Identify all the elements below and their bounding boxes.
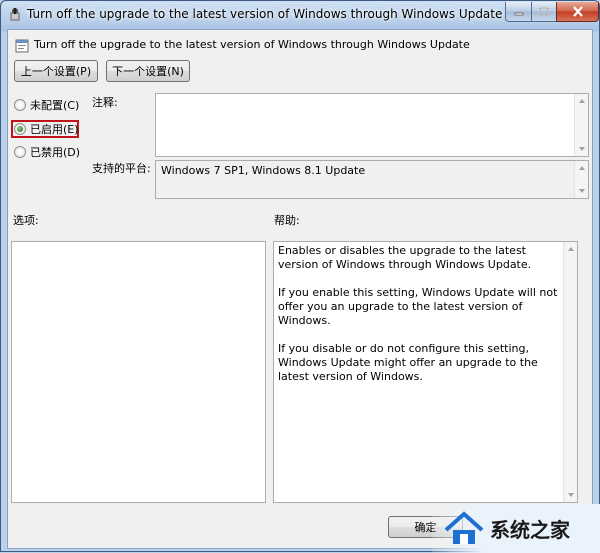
help-panel[interactable]: Enables or disables the upgrade to the l… [273,241,578,503]
scroll-up-arrow-icon[interactable] [579,166,585,170]
policy-dialog-window: Turn off the upgrade to the latest versi… [0,0,600,553]
platforms-scrollbar[interactable] [574,161,588,198]
not-configured-label: 未配置(C) [30,99,80,112]
minimize-icon [514,12,523,15]
next-setting-button[interactable]: 下一个设置(N) [106,60,190,82]
dialog-body: Turn off the upgrade to the latest versi… [7,29,593,549]
close-button[interactable] [556,2,599,22]
previous-setting-label: 上一个设置(P) [20,65,92,78]
options-panel[interactable] [11,241,266,503]
supported-platforms-field: Windows 7 SP1, Windows 8.1 Update [155,160,589,199]
scroll-down-arrow-icon[interactable] [579,147,585,151]
previous-setting-button[interactable]: 上一个设置(P) [14,60,98,82]
close-icon [572,6,583,17]
disabled-radio[interactable] [14,146,26,158]
comment-field[interactable] [155,93,589,157]
next-setting-label: 下一个设置(N) [112,65,184,78]
watermark-text: 系统之家 [490,518,570,542]
scroll-up-arrow-icon[interactable] [579,99,585,103]
maximize-icon [539,7,549,16]
scroll-up-arrow-icon[interactable] [568,247,574,251]
watermark: 系统之家 [432,504,600,553]
scroll-down-arrow-icon[interactable] [579,189,585,193]
supported-platforms-label: 支持的平台: [92,162,151,175]
not-configured-option[interactable]: 未配置(C) [14,97,79,113]
enabled-radio[interactable] [14,123,26,135]
policy-title: Turn off the upgrade to the latest versi… [34,38,470,51]
maximize-button[interactable] [531,2,557,22]
comment-scrollbar[interactable] [574,94,588,156]
not-configured-radio[interactable] [14,99,26,111]
enabled-label: 已启用(E) [30,123,79,136]
help-scrollbar[interactable] [563,242,577,502]
help-paragraph: Enables or disables the upgrade to the l… [278,244,532,271]
house-logo-icon [444,511,484,544]
comment-label: 注释: [92,96,118,109]
settings-icon [15,39,29,53]
help-label: 帮助: [274,214,300,227]
minimize-button[interactable] [505,2,532,22]
supported-platforms-value: Windows 7 SP1, Windows 8.1 Update [161,164,366,177]
policy-icon [10,8,20,21]
title-bar[interactable]: Turn off the upgrade to the latest versi… [1,1,599,29]
disabled-label: 已禁用(D) [30,146,81,159]
window-title: Turn off the upgrade to the latest versi… [27,7,503,21]
enabled-option[interactable]: 已启用(E) [14,121,79,137]
help-paragraph: If you enable this setting, Windows Upda… [278,286,558,327]
options-label: 选项: [13,214,39,227]
disabled-option[interactable]: 已禁用(D) [14,144,80,160]
scroll-down-arrow-icon[interactable] [568,493,574,497]
help-paragraph: If you disable or do not configure this … [278,342,538,383]
